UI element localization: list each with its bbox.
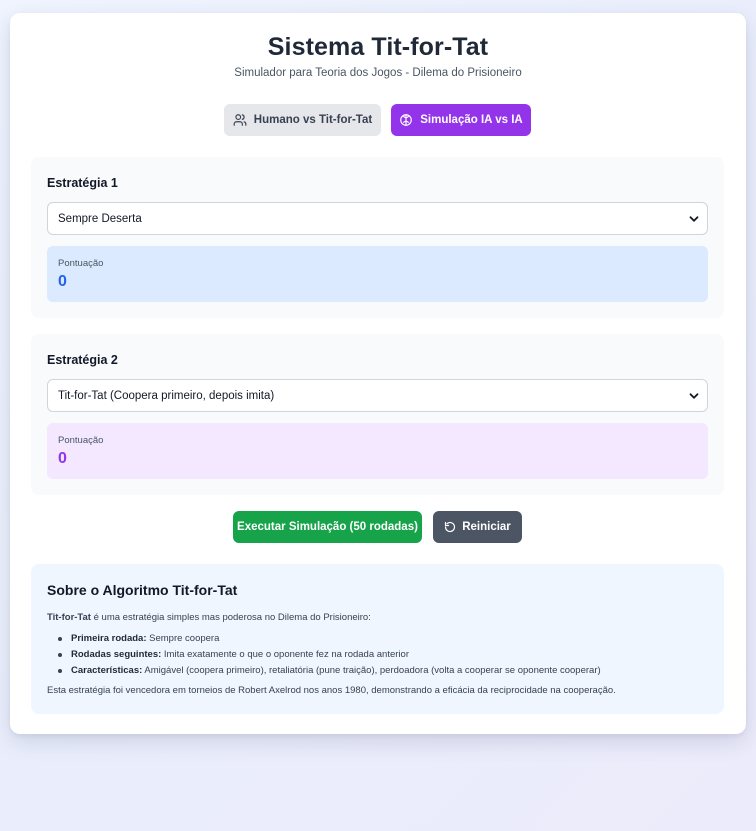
- human-vs-tft-button[interactable]: Humano vs Tit-for-Tat: [224, 104, 381, 136]
- strategy1-panel: Estratégia 1 Sempre Deserta Pontuação 0: [31, 157, 724, 318]
- reset-button[interactable]: Reiniciar: [433, 511, 522, 543]
- about-section: Sobre o Algoritmo Tit-for-Tat Tit-for-Ta…: [31, 564, 724, 714]
- ai-vs-ai-button[interactable]: Simulação IA vs IA: [391, 104, 531, 136]
- about-footer: Esta estratégia foi vencedora em torneio…: [47, 685, 616, 696]
- main-card: Sistema Tit-for-Tat Simulador para Teori…: [10, 13, 746, 734]
- list-item-term: Rodadas seguintes:: [71, 649, 162, 660]
- list-item-term: Características:: [71, 665, 143, 676]
- strategy2-select[interactable]: Tit-for-Tat (Coopera primeiro, depois im…: [47, 379, 708, 412]
- about-intro-text: é uma estratégia simples mas poderosa no…: [90, 612, 371, 623]
- list-item-text: Sempre coopera: [146, 633, 220, 644]
- about-intro-term: Tit-for-Tat: [47, 612, 91, 623]
- strategy1-score-value: 0: [58, 273, 67, 290]
- strategy1-select[interactable]: Sempre Deserta: [47, 202, 708, 235]
- list-item: Rodadas seguintes: Imita exatamente o qu…: [47, 647, 601, 663]
- list-item-text: Imita exatamente o que o oponente fez na…: [161, 649, 409, 660]
- list-item: Características: Amigável (coopera prime…: [47, 663, 601, 679]
- strategy1-score-label: Pontuação: [58, 258, 104, 269]
- ai-vs-ai-label: Simulação IA vs IA: [420, 114, 523, 126]
- run-simulation-label: Executar Simulação (50 rodadas): [237, 521, 418, 533]
- strategy2-selected-value: Tit-for-Tat (Coopera primeiro, depois im…: [58, 389, 275, 402]
- brain-icon: [400, 114, 413, 126]
- strategy1-score-box: Pontuação 0: [47, 246, 708, 302]
- about-list: Primeira rodada: Sempre coopera Rodadas …: [47, 631, 601, 679]
- human-vs-tft-label: Humano vs Tit-for-Tat: [253, 114, 373, 126]
- strategy2-panel: Estratégia 2 Tit-for-Tat (Coopera primei…: [31, 334, 724, 495]
- list-item-term: Primeira rodada:: [71, 633, 147, 644]
- strategy2-score-box: Pontuação 0: [47, 423, 708, 479]
- strategy2-label: Estratégia 2: [47, 353, 118, 367]
- strategy1-selected-value: Sempre Deserta: [58, 212, 142, 225]
- strategy1-label: Estratégia 1: [47, 176, 118, 190]
- reset-label: Reiniciar: [462, 521, 511, 533]
- chevron-down-icon: [689, 393, 699, 399]
- chevron-down-icon: [689, 216, 699, 222]
- strategy2-score-value: 0: [58, 450, 67, 467]
- list-item-text: Amigável (coopera primeiro), retaliatóri…: [142, 665, 601, 676]
- list-item: Primeira rodada: Sempre coopera: [47, 631, 601, 647]
- run-simulation-button[interactable]: Executar Simulação (50 rodadas): [233, 511, 422, 543]
- page-subtitle: Simulador para Teoria dos Jogos - Dilema…: [234, 67, 522, 79]
- about-title: Sobre o Algoritmo Tit-for-Tat: [47, 582, 238, 598]
- page-title: Sistema Tit-for-Tat: [267, 33, 489, 61]
- about-intro: Tit-for-Tat é uma estratégia simples mas…: [47, 612, 371, 623]
- users-icon: [233, 114, 247, 126]
- strategy2-score-label: Pontuação: [58, 435, 104, 446]
- rotate-ccw-icon: [445, 521, 456, 533]
